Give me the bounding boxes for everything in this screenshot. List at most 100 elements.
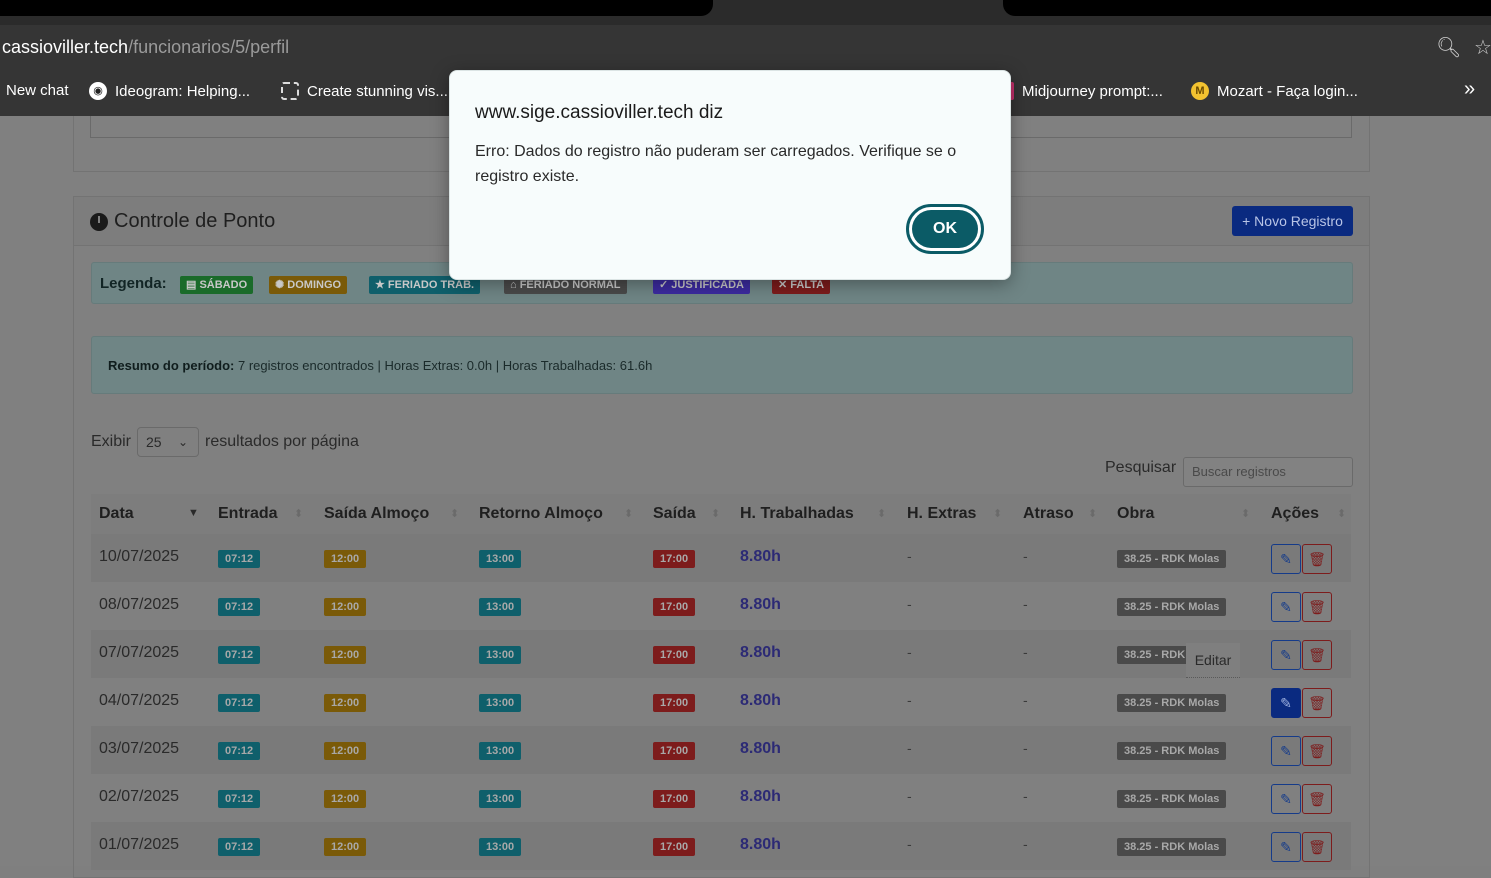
cell-data: 04/07/2025	[99, 692, 180, 709]
cell-extras: -	[907, 836, 912, 852]
new-record-button[interactable]: + Novo Registro	[1232, 206, 1353, 236]
chip-saida: 17:00	[653, 550, 696, 568]
page-size-select[interactable]: 25 ⌄	[137, 427, 200, 457]
sort-icon[interactable]: ⬍	[450, 507, 459, 520]
cell-data: 03/07/2025	[99, 740, 180, 757]
url-text[interactable]: cassioviller.tech/funcionarios/5/perfil	[2, 37, 289, 58]
cell-extras: -	[907, 788, 912, 804]
sort-icon[interactable]: ⬍	[1337, 507, 1346, 520]
delete-button[interactable]: 🗑︎	[1302, 592, 1332, 622]
chip-entrada: 07:12	[218, 550, 261, 568]
chip-saida: 17:00	[653, 646, 696, 664]
sort-desc-icon[interactable]: ▼	[188, 507, 199, 519]
chip-entrada: 07:12	[218, 598, 261, 616]
chip-obra: 38.25 - RDK Molas	[1117, 790, 1227, 808]
th-retorno-almoco[interactable]: Retorno Almoço	[479, 505, 603, 523]
edit-button[interactable]: ✎	[1271, 832, 1301, 862]
cell-extras: -	[907, 692, 912, 708]
badge-label: JUSTIFICADA	[671, 279, 745, 291]
sort-icon[interactable]: ⬍	[877, 507, 886, 520]
bookmarks-overflow-icon[interactable]: »	[1464, 78, 1475, 101]
bookmark-new-chat[interactable]: New chat	[6, 82, 69, 99]
sort-icon[interactable]: ⬍	[294, 507, 303, 520]
edit-button[interactable]: ✎	[1271, 640, 1301, 670]
th-saida-almoco[interactable]: Saída Almoço	[324, 505, 429, 523]
url-host: cassioviller.tech	[2, 37, 129, 57]
edit-button[interactable]: ✎	[1271, 544, 1301, 574]
sort-icon[interactable]: ⬍	[1088, 507, 1097, 520]
cell-data: 07/07/2025	[99, 644, 180, 661]
chip-saida-almoco: 12:00	[324, 646, 367, 664]
bookmark-label: Ideogram: Helping...	[115, 82, 251, 100]
delete-button[interactable]: 🗑︎	[1302, 736, 1332, 766]
bookmark-label: Midjourney prompt:...	[1022, 82, 1163, 100]
delete-button[interactable]: 🗑︎	[1302, 688, 1332, 718]
chip-saida-almoco: 12:00	[324, 742, 367, 760]
bookmark-create-stunning[interactable]: Create stunning vis...	[281, 82, 448, 100]
chip-saida-almoco: 12:00	[324, 550, 367, 568]
chip-saida-almoco: 12:00	[324, 790, 367, 808]
edit-icon: ✎	[1280, 838, 1292, 855]
sort-icon[interactable]: ⬍	[624, 507, 633, 520]
chip-saida: 17:00	[653, 598, 696, 616]
delete-button[interactable]: 🗑︎	[1302, 544, 1332, 574]
edit-button[interactable]: ✎	[1271, 736, 1301, 766]
cell-extras: -	[907, 644, 912, 660]
cell-horas: 8.80h	[740, 644, 781, 661]
th-entrada[interactable]: Entrada	[218, 505, 278, 523]
card-title: Controle de Ponto	[90, 210, 275, 233]
delete-button[interactable]: 🗑︎	[1302, 784, 1332, 814]
chip-entrada: 07:12	[218, 742, 261, 760]
cell-atraso: -	[1023, 548, 1028, 564]
bookmark-label: New chat	[6, 82, 69, 99]
cell-atraso: -	[1023, 692, 1028, 708]
table-row: 07/07/2025 07:12 12:00 13:00 17:00 8.80h - -38.…	[91, 630, 1351, 678]
cell-horas: 8.80h	[740, 836, 781, 853]
zoom-icon[interactable]: 🔍︎	[1436, 35, 1461, 60]
page-size-value: 25	[146, 434, 162, 450]
cell-data: 01/07/2025	[99, 836, 180, 853]
edit-icon: ✎	[1280, 790, 1292, 807]
edit-button[interactable]: ✎	[1271, 592, 1301, 622]
trash-icon: 🗑︎	[1308, 598, 1326, 615]
trash-icon: 🗑︎	[1308, 790, 1326, 807]
chip-entrada: 07:12	[218, 790, 261, 808]
address-bar[interactable]: cassioviller.tech/funcionarios/5/perfil …	[0, 25, 1491, 68]
mozart-icon: M	[1191, 82, 1209, 100]
chip-retorno-almoco: 13:00	[479, 646, 522, 664]
th-acoes: Ações	[1271, 505, 1320, 522]
sort-icon[interactable]: ⬍	[993, 507, 1002, 520]
edit-icon: ✎	[1280, 646, 1292, 663]
dialog-title: www.sige.cassioviller.tech diz	[475, 102, 724, 123]
th-saida[interactable]: Saída	[653, 505, 696, 523]
table-row: 08/07/2025 07:12 12:00 13:00 17:00 8.80h - - 38.…	[91, 582, 1351, 630]
th-horas-trabalhadas[interactable]: H. Trabalhadas	[740, 505, 854, 523]
th-obra[interactable]: Obra	[1117, 505, 1154, 523]
cell-atraso: -	[1023, 740, 1028, 756]
edit-button[interactable]: ✎	[1271, 784, 1301, 814]
card-title-text: Controle de Ponto	[114, 210, 276, 232]
sort-icon[interactable]: ⬍	[1241, 507, 1250, 520]
alert-dialog: www.sige.cassioviller.tech diz Erro: Dad…	[449, 70, 1011, 280]
sort-icon[interactable]: ⬍	[711, 507, 720, 520]
browser-tab[interactable]	[0, 0, 713, 16]
delete-button[interactable]: 🗑︎	[1302, 832, 1332, 862]
search-label: Pesquisar	[1105, 459, 1177, 476]
th-horas-extras[interactable]: H. Extras	[907, 505, 976, 523]
cell-data: 08/07/2025	[99, 596, 180, 613]
bookmark-midjourney[interactable]: Midjourney prompt:...	[1004, 82, 1163, 100]
delete-button[interactable]: 🗑︎	[1302, 640, 1332, 670]
browser-tab[interactable]	[1003, 0, 1491, 16]
legend-label: Legenda:	[100, 275, 167, 292]
edit-button[interactable]: ✎	[1271, 688, 1301, 718]
chip-saida: 17:00	[653, 790, 696, 808]
th-data[interactable]: Data	[99, 505, 134, 523]
bookmark-ideogram[interactable]: ◉ Ideogram: Helping...	[89, 82, 250, 100]
bookmark-mozart[interactable]: M Mozart - Faça login...	[1191, 82, 1358, 100]
search-input[interactable]: Buscar registros	[1183, 457, 1353, 487]
th-atraso[interactable]: Atraso	[1023, 505, 1074, 523]
star-icon[interactable]: ☆	[1474, 35, 1491, 60]
ok-button[interactable]: OK	[906, 204, 984, 254]
trash-icon: 🗑︎	[1308, 838, 1326, 855]
chip-entrada: 07:12	[218, 838, 261, 856]
